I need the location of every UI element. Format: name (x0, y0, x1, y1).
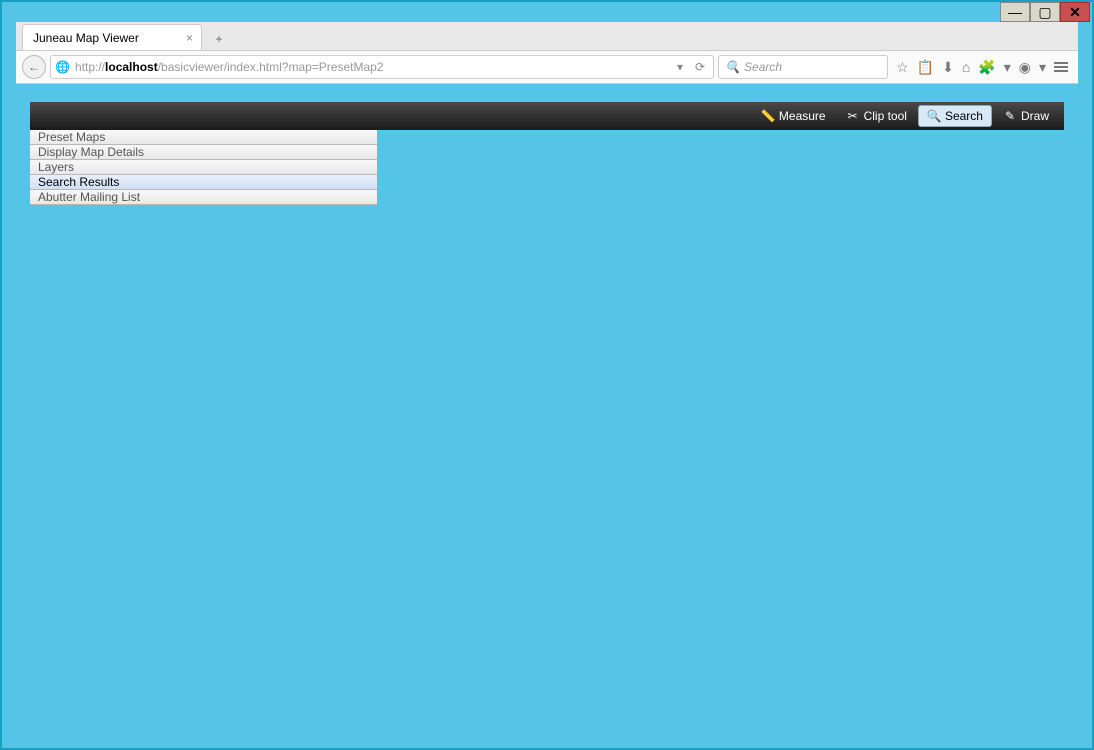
draw-label: Draw (1021, 109, 1049, 123)
dropdown-icon[interactable]: ▾ (677, 60, 683, 74)
url-text: http://localhost/basicviewer/index.html?… (75, 60, 384, 74)
minimize-button[interactable]: — (1000, 2, 1030, 22)
chevron-down-icon[interactable]: ▾ (1039, 59, 1046, 76)
reading-list-icon[interactable]: 📋 (917, 59, 934, 76)
search-placeholder: Search (744, 60, 782, 74)
app-toolbar: 📏 Measure ✂ Clip tool 🔍 Search ✎ Draw (30, 102, 1064, 130)
download-icon[interactable]: ⬇ (942, 59, 954, 76)
browser-toolbar-icons: ☆ 📋 ⬇ ⌂ 🧩 ▾ ◉ ▾ (892, 59, 1072, 76)
search-label: Search (945, 109, 983, 123)
titlebar-controls: — ▢ ✕ (1000, 2, 1090, 22)
reload-icon[interactable]: ⟳ (695, 60, 705, 74)
measure-label: Measure (779, 109, 826, 123)
browser-chrome: Juneau Map Viewer × + ← 🌐 http://localho… (16, 22, 1078, 84)
chevron-down-icon[interactable]: ▾ (1004, 59, 1011, 76)
ruler-icon: 📏 (761, 109, 775, 123)
clip-label: Clip tool (864, 109, 907, 123)
tab-close-icon[interactable]: × (186, 31, 193, 45)
back-button[interactable]: ← (22, 55, 46, 79)
sidebar-item-display-details[interactable]: Display Map Details (30, 145, 377, 160)
pencil-icon: ✎ (1003, 109, 1017, 123)
search-icon: 🔍 (725, 60, 740, 74)
close-button[interactable]: ✕ (1060, 2, 1090, 22)
tab-bar: Juneau Map Viewer × + (16, 22, 1078, 50)
maximize-button[interactable]: ▢ (1030, 2, 1060, 22)
search-tool[interactable]: 🔍 Search (918, 105, 992, 127)
bookmark-icon[interactable]: ☆ (896, 59, 909, 76)
window-frame: — ▢ ✕ Juneau Map Viewer × + ← 🌐 http://l… (0, 0, 1094, 750)
sidebar-item-preset-maps[interactable]: Preset Maps (30, 130, 377, 145)
browser-search-input[interactable]: 🔍 Search (718, 55, 888, 79)
address-bar: ← 🌐 http://localhost/basicviewer/index.h… (16, 50, 1078, 84)
measure-tool[interactable]: 📏 Measure (752, 105, 835, 127)
draw-tool[interactable]: ✎ Draw (994, 105, 1058, 127)
tab-title: Juneau Map Viewer (33, 31, 139, 45)
clip-tool[interactable]: ✂ Clip tool (837, 105, 916, 127)
url-input[interactable]: 🌐 http://localhost/basicviewer/index.htm… (50, 55, 714, 79)
globe-icon: 🌐 (55, 60, 70, 74)
clip-icon: ✂ (846, 109, 860, 123)
home-icon[interactable]: ⌂ (962, 59, 970, 75)
sync-icon[interactable]: ◉ (1019, 59, 1031, 76)
new-tab-button[interactable]: + (206, 28, 232, 50)
sidebar-item-layers[interactable]: Layers (30, 160, 377, 175)
browser-tab[interactable]: Juneau Map Viewer × (22, 24, 202, 50)
puzzle-icon[interactable]: 🧩 (978, 59, 995, 76)
search-icon: 🔍 (927, 109, 941, 123)
menu-icon[interactable] (1054, 62, 1068, 72)
sidebar-item-abutter[interactable]: Abutter Mailing List (30, 190, 377, 205)
sidebar-item-search-results[interactable]: Search Results (30, 175, 377, 190)
